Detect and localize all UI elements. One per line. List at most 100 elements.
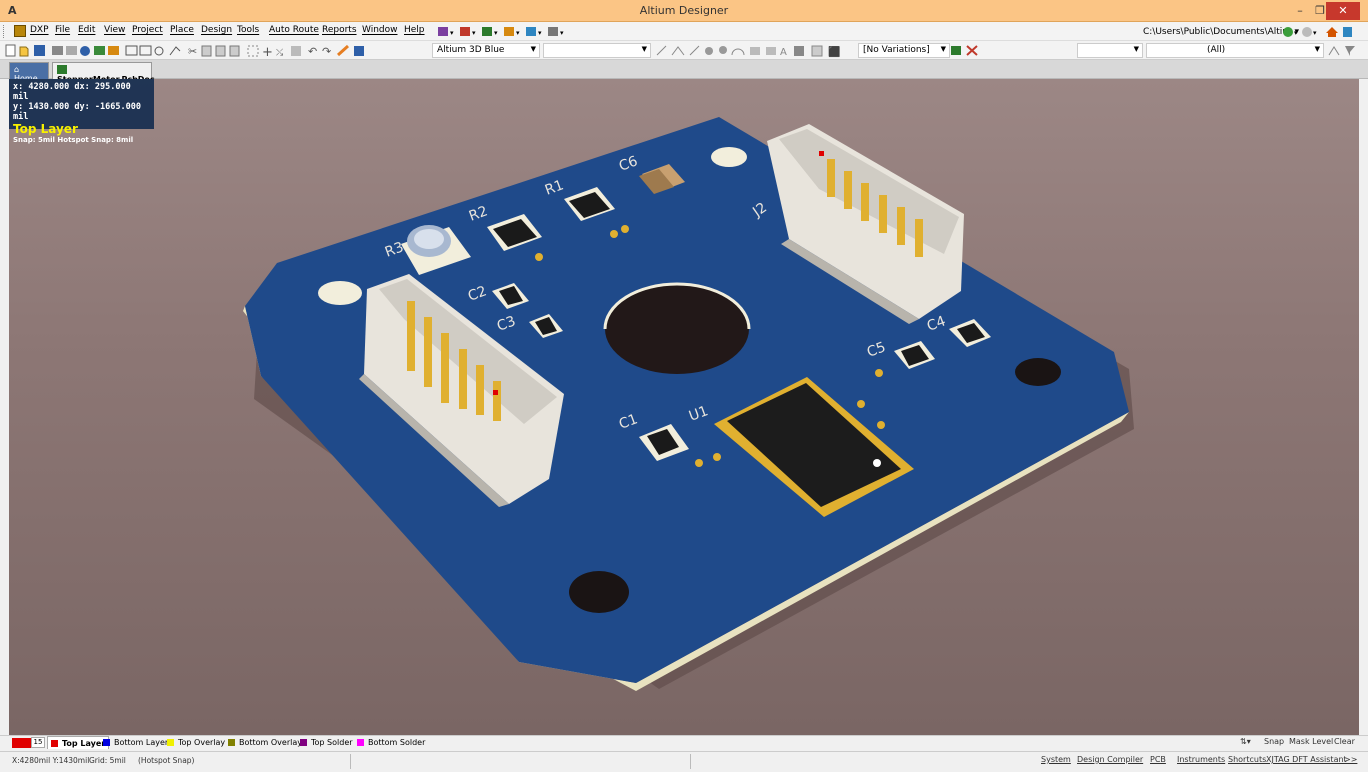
panel-design-compiler-button[interactable]: Design Compiler [1077, 755, 1143, 764]
place-toolbar-icons[interactable]: A ⬛ [654, 43, 854, 58]
panel-more-button[interactable]: >> [1344, 755, 1357, 764]
home-icon: ⌂ [14, 65, 20, 74]
mask-level-button[interactable]: Mask Level [1289, 737, 1333, 746]
layer-set-count[interactable]: 15 [31, 737, 45, 748]
tab-home[interactable]: ⌂ Home [9, 62, 49, 83]
standard-toolbar-icons[interactable]: ✂ + ⤯ ↶ ↷ [4, 43, 432, 58]
menu-edit[interactable]: Edit [78, 25, 95, 35]
svg-text:↷: ↷ [322, 45, 331, 58]
layer-color-swatch [51, 740, 58, 747]
mounting-hole [569, 571, 629, 613]
variations-dropdown[interactable]: [No Variations] ▼ [858, 43, 950, 58]
svg-text:▾: ▾ [472, 29, 476, 37]
layer-tab-bottom-layer[interactable]: Bottom Layer [100, 736, 171, 749]
svg-text:A: A [780, 47, 787, 58]
svg-text:▾: ▾ [538, 29, 542, 37]
mounting-hole [711, 147, 747, 167]
layer-tab-label: Bottom Layer [114, 738, 169, 747]
svg-text:⬛: ⬛ [828, 45, 840, 58]
close-button[interactable]: ✕ [1326, 2, 1360, 20]
svg-text:▾: ▾ [450, 29, 454, 37]
view-config-value: Altium 3D Blue [437, 45, 505, 55]
dxp-icon [14, 25, 26, 37]
menubar-grip [3, 25, 6, 38]
menu-dxp[interactable]: DXP [30, 25, 49, 35]
menu-project[interactable]: Project [132, 25, 163, 35]
status-grid: Grid: 5mil [89, 756, 126, 765]
minimize-button[interactable]: – [1290, 2, 1310, 20]
mounting-hole [318, 281, 362, 305]
current-layer-swatch[interactable] [12, 738, 32, 748]
document-tab-bar: ⌂ Home StepperMotor.PcbDoc [0, 60, 1368, 84]
hud-y-coords: y: 1430.000 dy: -1665.000 mil [13, 102, 141, 122]
layer-tab-label: Bottom Overlay [239, 738, 302, 747]
svg-text:✂: ✂ [188, 45, 197, 58]
filter-dropdown[interactable]: (All) ▼ [1146, 43, 1324, 58]
layer-tab-label: Top Overlay [178, 738, 226, 747]
menu-view[interactable]: View [104, 25, 125, 35]
layer-color-swatch [103, 739, 110, 746]
hud-x-coords: x: 4280.000 dx: 295.000 mil [13, 82, 131, 102]
filter-apply-icons[interactable] [1327, 44, 1357, 57]
layer-color-swatch [357, 739, 364, 746]
panel-instruments-button[interactable]: Instruments [1177, 755, 1225, 764]
clear-button[interactable]: Clear [1334, 737, 1355, 746]
hud-current-layer: Top Layer [13, 122, 78, 136]
layer-tab-top-overlay[interactable]: Top Overlay [164, 736, 228, 749]
title-bar: A Altium Designer – ❐ ✕ [0, 0, 1368, 22]
layer-color-swatch [228, 739, 235, 746]
window-title: Altium Designer [639, 4, 729, 17]
menubar-tools-strip[interactable]: ▾ ▾ ▾ ▾ ▾ ▾ [436, 25, 591, 38]
layer-tab-bottom-solder[interactable]: Bottom Solder [354, 736, 428, 749]
menu-tools[interactable]: Tools [237, 25, 259, 35]
tab-pcb-document[interactable]: StepperMotor.PcbDoc [52, 62, 155, 84]
svg-text:▾: ▾ [494, 29, 498, 37]
status-coordinates: X:4280mil Y:1430mil [12, 756, 90, 765]
menu-design[interactable]: Design [201, 25, 232, 35]
svg-text:↶: ↶ [308, 45, 317, 58]
main-toolbar: ✂ + ⤯ ↶ ↷ Altium 3D Blue ▼ ▼ A ⬛ [No Var… [0, 41, 1368, 60]
status-snap-mode: (Hotspot Snap) [138, 756, 195, 765]
coordinate-hud: x: 4280.000 dx: 295.000 mil y: 1430.000 … [9, 79, 154, 144]
panel-pcb-button[interactable]: PCB [1150, 755, 1166, 764]
menu-reports[interactable]: Reports [322, 25, 357, 35]
snap-button[interactable]: Snap [1264, 737, 1284, 746]
chevron-down-icon: ▼ [1133, 45, 1139, 53]
svg-text:+: + [262, 45, 273, 58]
layer-tab-label: Bottom Solder [368, 738, 426, 747]
panel-xjtag-button[interactable]: XJTAG DFT Assistant [1266, 755, 1347, 764]
layer-tab-top-solder[interactable]: Top Solder [297, 736, 356, 749]
chevron-down-icon: ▼ [641, 45, 647, 53]
document-path[interactable]: C:\Users\Public\Documents\Altiur ▾ [1143, 27, 1299, 37]
pcb-3d-viewport[interactable]: R2 R1 C6 J2 R3 C2 C3 C4 C5 C1 U1 J1 [9, 79, 1359, 735]
pcb-board [245, 117, 1129, 683]
menu-auto-route[interactable]: Auto Route [269, 25, 319, 35]
filter-value: (All) [1207, 45, 1226, 55]
menu-help[interactable]: Help [404, 25, 425, 35]
menu-bar: DXP File Edit View Project Place Design … [0, 22, 1368, 41]
variations-value: [No Variations] [863, 45, 930, 55]
layer-tab-label: Top Solder [311, 738, 353, 747]
svg-text:▾: ▾ [1294, 29, 1298, 37]
navigation-buttons[interactable]: ▾ ▾ [1281, 25, 1356, 38]
svg-text:⤯: ⤯ [276, 48, 283, 58]
layer-color-swatch [167, 739, 174, 746]
chevron-down-icon: ▼ [1314, 45, 1320, 53]
view-config-dropdown[interactable]: Altium 3D Blue ▼ [432, 43, 540, 58]
status-divider [350, 754, 351, 769]
panel-system-button[interactable]: System [1041, 755, 1071, 764]
chevron-down-icon: ▼ [940, 45, 946, 53]
hud-snap-info: Snap: 5mil Hotspot Snap: 8mil [13, 136, 134, 144]
menu-place[interactable]: Place [170, 25, 194, 35]
menu-file[interactable]: File [55, 25, 70, 35]
filter-scope-dropdown[interactable]: ▼ [1077, 43, 1143, 58]
variant-tools-icons[interactable] [950, 44, 980, 57]
snap-toggle-icon[interactable]: ⇅▾ [1240, 737, 1251, 746]
pcb-3d-render[interactable]: R2 R1 C6 J2 R3 C2 C3 C4 C5 C1 U1 J1 [9, 79, 1359, 735]
layer-set-dropdown[interactable]: ▼ [543, 43, 651, 58]
layer-tabs-bar: 15 Top Layer Bottom Layer Top Overlay Bo… [0, 735, 1368, 749]
menu-window[interactable]: Window [362, 25, 398, 35]
panel-shortcuts-button[interactable]: Shortcuts [1228, 755, 1266, 764]
layer-tab-bottom-overlay[interactable]: Bottom Overlay [225, 736, 305, 749]
svg-text:▾: ▾ [560, 29, 564, 37]
